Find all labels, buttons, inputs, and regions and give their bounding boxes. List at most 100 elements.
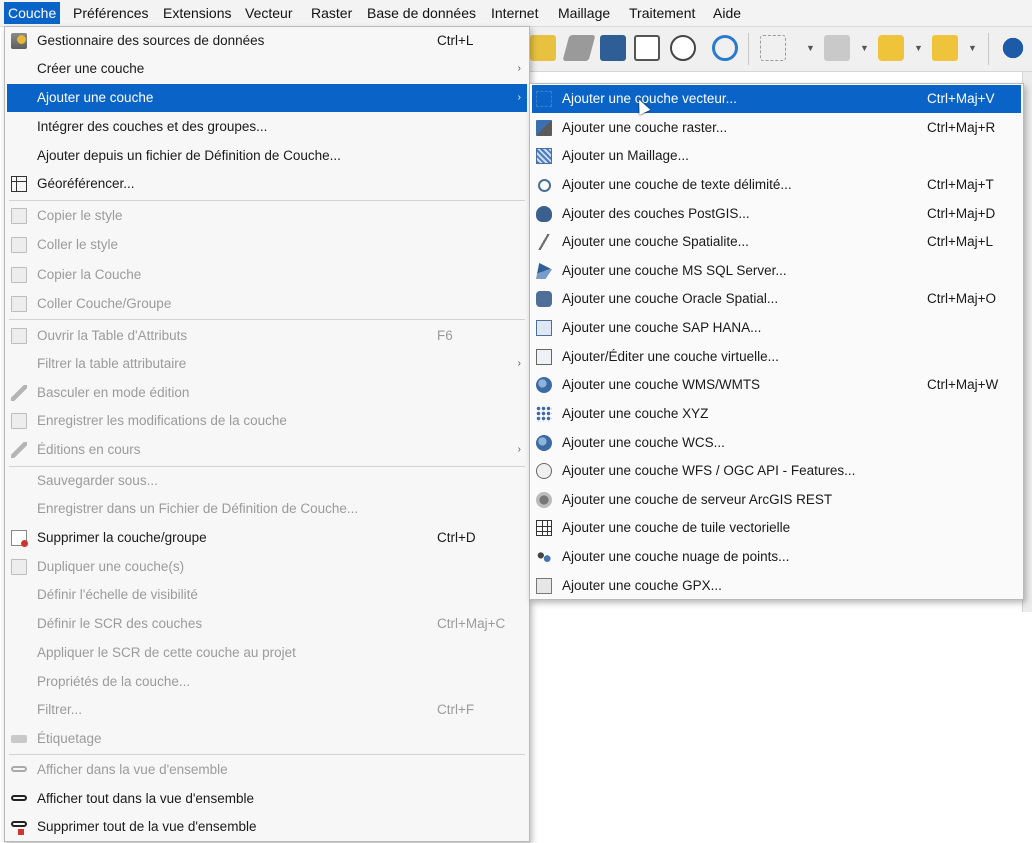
menu-separator [9, 200, 525, 201]
current-edits-icon [11, 442, 27, 458]
clock-icon[interactable] [670, 35, 696, 61]
couche-menu: Gestionnaire des sources de données Ctrl… [4, 26, 530, 842]
menu-internet[interactable]: Internet [487, 2, 542, 24]
menu-traitement[interactable]: Traitement [625, 2, 699, 24]
menu-item-toggle-editing[interactable]: Basculer en mode édition [7, 379, 527, 407]
point-cloud-icon [536, 549, 552, 565]
menu-separator [9, 754, 525, 755]
submenu-item-wcs[interactable]: Ajouter une couche WCS... [532, 429, 1021, 457]
submenu-item-raster[interactable]: Ajouter une couche raster... Ctrl+Maj+R [532, 114, 1021, 142]
vector-layer-icon [536, 91, 552, 107]
submenu-item-oracle[interactable]: Ajouter une couche Oracle Spatial... Ctr… [532, 285, 1021, 313]
select-icon[interactable] [760, 35, 786, 61]
menu-item-remove-layer[interactable]: Supprimer la couche/groupe Ctrl+D [7, 524, 527, 552]
identify-table-icon[interactable] [824, 35, 850, 61]
submenu-item-wms[interactable]: Ajouter une couche WMS/WMTS Ctrl+Maj+W [532, 371, 1021, 399]
attribute-table-icon [11, 328, 27, 344]
menu-item-copy-layer[interactable]: Copier la Couche [7, 261, 527, 289]
menu-item-remove-all-overview[interactable]: Supprimer tout de la vue d'ensemble [7, 813, 527, 841]
info-icon[interactable] [1000, 35, 1026, 61]
toolbar: ▼ ▼ ▼ ▼ [528, 27, 1032, 72]
paste-layer-icon [11, 296, 27, 312]
menu-item-embed-layers[interactable]: Intégrer des couches et des groupes... [7, 113, 527, 141]
chevron-down-icon[interactable]: ▼ [968, 43, 977, 53]
zoom-layer-icon[interactable] [562, 35, 596, 61]
copy-style-icon [11, 208, 27, 224]
menu-extensions[interactable]: Extensions [159, 2, 235, 24]
bookmark-icon[interactable] [600, 35, 626, 61]
georeferencer-icon [11, 176, 27, 192]
menu-item-current-edits[interactable]: Éditions en cours › [7, 436, 527, 464]
submenu-item-mesh[interactable]: Ajouter un Maillage... [532, 142, 1021, 170]
menu-item-show-all-overview[interactable]: Afficher tout dans la vue d'ensemble [7, 785, 527, 813]
oracle-icon [536, 291, 552, 307]
submenu-item-vector-tile[interactable]: Ajouter une couche de tuile vectorielle [532, 514, 1021, 542]
menu-item-datasource-manager[interactable]: Gestionnaire des sources de données Ctrl… [7, 27, 527, 55]
refresh-icon[interactable] [712, 35, 738, 61]
book-icon[interactable] [634, 35, 660, 61]
mesh-layer-icon [536, 148, 552, 164]
menu-maillage[interactable]: Maillage [554, 2, 614, 24]
copy-layer-icon [11, 267, 27, 283]
submenu-item-postgis[interactable]: Ajouter des couches PostGIS... Ctrl+Maj+… [532, 200, 1021, 228]
save-icon[interactable] [530, 35, 556, 61]
submenu-item-sap-hana[interactable]: Ajouter une couche SAP HANA... [532, 314, 1021, 342]
chevron-down-icon[interactable]: ▼ [914, 43, 923, 53]
deselect-icon[interactable] [878, 35, 904, 61]
menu-base-de-donnees[interactable]: Base de données [363, 2, 480, 24]
menu-couche[interactable]: Couche [4, 2, 61, 24]
submenu-item-mssql[interactable]: Ajouter une couche MS SQL Server... [532, 257, 1021, 285]
chevron-down-icon[interactable]: ▼ [806, 43, 815, 53]
menu-item-set-layer-crs[interactable]: Définir le SCR des couches Ctrl+Maj+C [7, 610, 527, 638]
chevron-right-icon: › [517, 63, 521, 74]
menu-item-add-from-definition[interactable]: Ajouter depuis un fichier de Définition … [7, 142, 527, 170]
menu-item-apply-crs-project[interactable]: Appliquer le SCR de cette couche au proj… [7, 639, 527, 667]
submenu-item-point-cloud[interactable]: Ajouter une couche nuage de points... [532, 543, 1021, 571]
submenu-item-wfs[interactable]: Ajouter une couche WFS / OGC API - Featu… [532, 457, 1021, 485]
menubar: Couche Préférences Extensions Vecteur Ra… [0, 0, 1032, 27]
menu-item-scale-visibility[interactable]: Définir l'échelle de visibilité [7, 581, 527, 609]
arcgis-icon [536, 492, 552, 508]
menu-item-paste-layer[interactable]: Coller Couche/Groupe [7, 290, 527, 318]
pencil-icon [11, 385, 27, 401]
menu-item-paste-style[interactable]: Coller le style [7, 231, 527, 259]
feature-select-icon[interactable] [932, 35, 958, 61]
submenu-item-spatialite[interactable]: Ajouter une couche Spatialite... Ctrl+Ma… [532, 228, 1021, 256]
menu-item-save-definition-file[interactable]: Enregistrer dans un Fichier de Définitio… [7, 495, 527, 523]
gpx-icon [536, 578, 552, 594]
menu-item-georeferencer[interactable]: Géoréférencer... [7, 170, 527, 198]
submenu-item-vector[interactable]: Ajouter une couche vecteur... Ctrl+Maj+V [532, 85, 1021, 113]
menu-item-filter-attribute-table[interactable]: Filtrer la table attributaire › [7, 350, 527, 378]
submenu-item-delimited-text[interactable]: Ajouter une couche de texte délimité... … [532, 171, 1021, 199]
mssql-icon [536, 263, 552, 279]
virtual-layer-icon [536, 349, 552, 365]
add-layer-submenu: Ajouter une couche vecteur... Ctrl+Maj+V… [529, 83, 1024, 600]
chevron-down-icon[interactable]: ▼ [860, 43, 869, 53]
menu-item-layer-properties[interactable]: Propriétés de la couche... [7, 668, 527, 696]
menu-item-show-in-overview[interactable]: Afficher dans la vue d'ensemble [7, 756, 527, 784]
menu-item-duplicate-layer[interactable]: Dupliquer une couche(s) [7, 553, 527, 581]
submenu-item-arcgis[interactable]: Ajouter une couche de serveur ArcGIS RES… [532, 486, 1021, 514]
chevron-right-icon: › [517, 444, 521, 455]
duplicate-layer-icon [11, 559, 27, 575]
labeling-icon [11, 735, 27, 743]
menu-item-attribute-table[interactable]: Ouvrir la Table d'Attributs F6 [7, 322, 527, 350]
menu-item-save-as[interactable]: Sauvegarder sous... [7, 467, 527, 495]
hana-icon [536, 320, 552, 336]
menu-item-add-layer[interactable]: Ajouter une couche › [7, 84, 527, 112]
menu-item-labeling[interactable]: Étiquetage [7, 725, 527, 753]
submenu-item-gpx[interactable]: Ajouter une couche GPX... [532, 572, 1021, 600]
save-edits-icon [11, 413, 27, 429]
submenu-item-virtual-layer[interactable]: Ajouter/Éditer une couche virtuelle... [532, 343, 1021, 371]
menu-item-save-edits[interactable]: Enregistrer les modifications de la couc… [7, 407, 527, 435]
menu-preferences[interactable]: Préférences [69, 2, 152, 24]
menu-item-filter[interactable]: Filtrer... Ctrl+F [7, 696, 527, 724]
submenu-item-xyz[interactable]: Ajouter une couche XYZ [532, 400, 1021, 428]
remove-layer-icon [11, 530, 28, 547]
delimited-text-icon [538, 179, 551, 192]
menu-aide[interactable]: Aide [709, 2, 745, 24]
menu-item-create-layer[interactable]: Créer une couche › [7, 55, 527, 83]
menu-raster[interactable]: Raster [307, 2, 356, 24]
menu-vecteur[interactable]: Vecteur [241, 2, 296, 24]
menu-item-copy-style[interactable]: Copier le style [7, 202, 527, 230]
